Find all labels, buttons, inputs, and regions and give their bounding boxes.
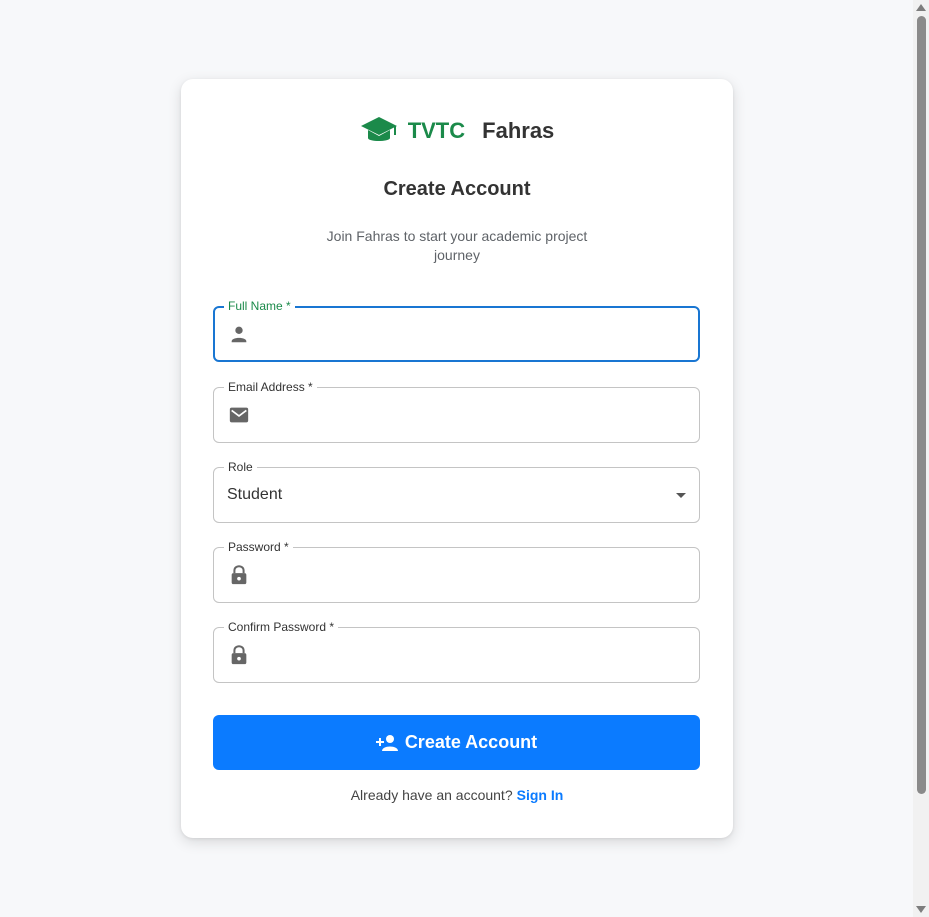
signin-row: Already have an account? Sign In xyxy=(181,787,733,803)
person-icon xyxy=(231,326,247,343)
full-name-field[interactable]: Full Name * xyxy=(213,298,700,362)
signin-prompt: Already have an account? xyxy=(350,787,513,803)
page-title: Create Account xyxy=(383,178,531,200)
email-input[interactable] xyxy=(260,398,680,432)
email-label: Email Address * xyxy=(224,379,317,395)
graduation-cap-icon xyxy=(360,117,397,141)
full-name-label: Full Name * xyxy=(224,298,295,314)
password-field[interactable]: Password * xyxy=(213,539,700,603)
full-name-input[interactable] xyxy=(261,318,681,352)
password-input[interactable] xyxy=(260,558,680,592)
signin-link[interactable]: Sign In xyxy=(517,787,564,803)
page-subtitle: Join Fahras to start your academic proje… xyxy=(326,228,588,263)
page: TVTC Fahras Create Account Join Fahras t… xyxy=(0,0,929,917)
confirm-password-label: Confirm Password * xyxy=(224,619,339,635)
create-account-button[interactable]: Create Account xyxy=(213,715,700,770)
create-account-label: Create Account xyxy=(404,732,538,752)
confirm-password-input[interactable] xyxy=(260,638,680,672)
lock-icon xyxy=(231,645,247,665)
add-person-icon xyxy=(375,734,398,751)
lock-icon xyxy=(231,565,247,585)
scrollbar-thumb[interactable] xyxy=(917,16,926,794)
role-label: Role xyxy=(224,459,257,475)
role-selected-value: Student xyxy=(227,486,283,503)
scrollbar[interactable] xyxy=(913,0,929,917)
scroll-down-arrow-icon[interactable] xyxy=(916,906,926,913)
brand-header: TVTC Fahras xyxy=(181,115,733,147)
brand-app-name: Fahras xyxy=(482,118,555,143)
signup-card: TVTC Fahras Create Account Join Fahras t… xyxy=(181,79,733,838)
brand-short-name: TVTC xyxy=(407,118,466,143)
scroll-up-arrow-icon[interactable] xyxy=(916,4,926,11)
chevron-down-icon xyxy=(676,493,686,498)
password-label: Password * xyxy=(224,539,293,555)
email-field[interactable]: Email Address * xyxy=(213,379,700,443)
role-select[interactable]: Role Student xyxy=(213,459,700,523)
confirm-password-field[interactable]: Confirm Password * xyxy=(213,619,700,683)
envelope-icon xyxy=(229,407,249,423)
